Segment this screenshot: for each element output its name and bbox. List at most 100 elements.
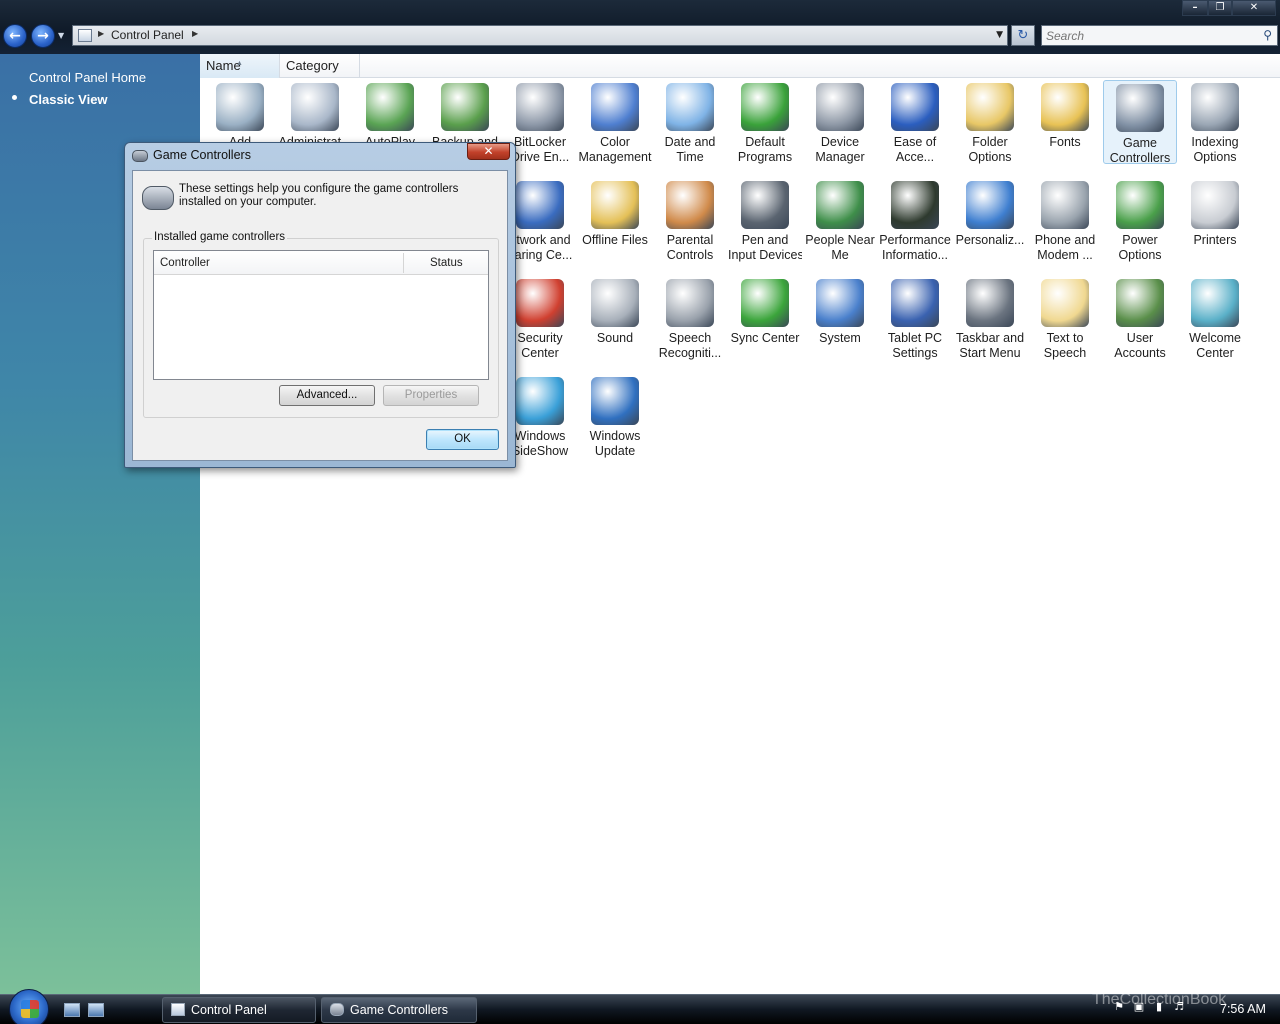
cp-item[interactable]: Color Management — [578, 80, 652, 165]
column-header-status[interactable]: Status — [430, 257, 463, 269]
taskbar-button-label: Game Controllers — [350, 1003, 448, 1017]
column-header-label: Category — [286, 58, 339, 73]
cp-item-label: Options — [1118, 248, 1162, 262]
cp-item[interactable]: Parental Controls — [653, 178, 727, 263]
column-header-name[interactable]: ▲ Name — [200, 54, 280, 78]
taskbar-button-game-controllers[interactable]: Game Controllers — [321, 997, 477, 1023]
breadcrumb-control-panel[interactable]: Control Panel — [111, 28, 184, 42]
control-panel-applet-icon — [591, 83, 639, 131]
cp-item[interactable]: Personaliz... — [953, 178, 1027, 248]
address-bar[interactable]: ▶ Control Panel ▶ ▼ — [72, 25, 1008, 46]
cp-item[interactable]: Date and Time — [653, 80, 727, 165]
start-button[interactable] — [9, 989, 49, 1024]
volume-icon[interactable]: ♬ — [1172, 1000, 1186, 1014]
forward-button[interactable]: → — [31, 24, 55, 48]
cp-item-label: Options — [1193, 150, 1237, 164]
cp-item-label: Parental — [666, 233, 714, 247]
cp-item[interactable]: Sound — [578, 276, 652, 346]
cp-item-label: Acce... — [895, 150, 935, 164]
cp-item-label: Sound — [596, 331, 634, 345]
cp-item[interactable]: User Accounts — [1103, 276, 1177, 361]
minimize-button[interactable]: – — [1182, 0, 1208, 16]
cp-item-label: People Near — [805, 233, 875, 247]
cp-item[interactable]: Game Controllers — [1103, 80, 1177, 165]
properties-button[interactable]: Properties — [383, 385, 479, 406]
classic-view-link[interactable]: Classic View — [29, 92, 108, 107]
back-button[interactable]: ← — [3, 24, 27, 48]
cp-item[interactable]: Ease of Acce... — [878, 80, 952, 165]
address-dropdown-icon[interactable]: ▼ — [996, 30, 1003, 40]
taskbar-button-label: Control Panel — [191, 1003, 267, 1017]
search-icon[interactable]: ⚲ — [1263, 28, 1272, 42]
cp-item[interactable]: Add — [203, 80, 277, 150]
taskbar-button-control-panel[interactable]: Control Panel — [162, 997, 316, 1023]
cp-item[interactable]: Device Manager — [803, 80, 877, 165]
cp-item[interactable]: Printers — [1178, 178, 1252, 248]
cp-item-label: Printers — [1193, 233, 1237, 247]
clock[interactable]: 7:56 AM — [1220, 1002, 1266, 1016]
cp-item[interactable]: Welcome Center — [1178, 276, 1252, 361]
control-panel-applet-icon — [591, 279, 639, 327]
control-panel-icon — [171, 1003, 185, 1016]
cp-item[interactable]: Speech Recogniti... — [653, 276, 727, 361]
cp-item[interactable]: Tablet PC Settings — [878, 276, 952, 361]
breadcrumb-chevron-icon[interactable]: ▶ — [98, 29, 104, 38]
column-headers: ▲ Name Category — [200, 54, 1280, 78]
cp-item[interactable]: Fonts — [1028, 80, 1102, 150]
recent-pages-dropdown[interactable]: ▼ — [58, 31, 64, 40]
cp-item[interactable]: Power Options — [1103, 178, 1177, 263]
cp-item[interactable]: Taskbar and Start Menu — [953, 276, 1027, 361]
cp-item-label: Default — [745, 135, 785, 149]
window-close-button[interactable]: ✕ — [1232, 0, 1276, 16]
cp-item-label: Color — [600, 135, 630, 149]
network-icon[interactable]: ▣ — [1132, 1000, 1146, 1014]
show-desktop-icon[interactable] — [64, 1003, 80, 1017]
cp-item[interactable]: Performance Informatio... — [878, 178, 952, 263]
control-panel-applet-icon — [1041, 83, 1089, 131]
control-panel-icon — [78, 29, 92, 42]
breadcrumb-chevron-icon[interactable]: ▶ — [192, 29, 198, 38]
battery-icon[interactable]: ▮ — [1152, 1000, 1166, 1014]
restore-button[interactable]: ❐ — [1208, 0, 1232, 16]
cp-item-label: Settings — [892, 346, 938, 360]
cp-item[interactable]: Text to Speech — [1028, 276, 1102, 361]
system-tray: ⚑ ▣ ▮ ♬ — [1112, 1000, 1186, 1014]
security-shield-icon[interactable]: ⚑ — [1112, 1000, 1126, 1014]
control-panel-applet-icon — [966, 181, 1014, 229]
cp-item[interactable]: System — [803, 276, 877, 346]
cp-item[interactable]: Pen and Input Devices — [728, 178, 802, 263]
controllers-list[interactable]: Controller Status — [153, 250, 489, 380]
cp-item[interactable]: Offline Files — [578, 178, 652, 248]
cp-item-label: Speech — [1043, 346, 1087, 360]
control-panel-applet-icon — [1191, 83, 1239, 131]
column-divider[interactable] — [403, 253, 404, 273]
refresh-button[interactable]: ↻ — [1011, 25, 1035, 46]
cp-item[interactable]: Phone and Modem ... — [1028, 178, 1102, 263]
refresh-icon: ↻ — [1017, 28, 1029, 43]
cp-item[interactable]: Indexing Options — [1178, 80, 1252, 165]
cp-item[interactable]: Windows Update — [578, 374, 652, 459]
cp-item-label: Personaliz... — [955, 233, 1025, 247]
control-panel-applet-icon — [591, 181, 639, 229]
control-panel-applet-icon — [1116, 279, 1164, 327]
cp-item[interactable]: Default Programs — [728, 80, 802, 165]
game-controllers-dialog: Game Controllers ✕ These settings help y… — [124, 142, 516, 468]
control-panel-applet-icon — [366, 83, 414, 131]
bullet-icon — [12, 95, 17, 100]
cp-item[interactable]: People Near Me — [803, 178, 877, 263]
control-panel-home-link[interactable]: Control Panel Home — [29, 70, 146, 85]
advanced-button[interactable]: Advanced... — [279, 385, 375, 406]
column-header-controller[interactable]: Controller — [160, 257, 210, 269]
control-panel-applet-icon — [891, 279, 939, 327]
cp-item[interactable]: Sync Center — [728, 276, 802, 346]
control-panel-applet-icon — [441, 83, 489, 131]
search-box[interactable]: ⚲ — [1041, 25, 1278, 46]
dialog-close-button[interactable]: ✕ — [467, 143, 510, 160]
search-input[interactable] — [1046, 27, 1246, 44]
column-header-category[interactable]: Category — [280, 54, 360, 78]
switch-windows-icon[interactable] — [88, 1003, 104, 1017]
cp-item[interactable]: Folder Options — [953, 80, 1027, 165]
ok-button[interactable]: OK — [426, 429, 499, 450]
control-panel-applet-icon — [1041, 181, 1089, 229]
cp-item[interactable]: AutoPlay — [353, 80, 427, 150]
